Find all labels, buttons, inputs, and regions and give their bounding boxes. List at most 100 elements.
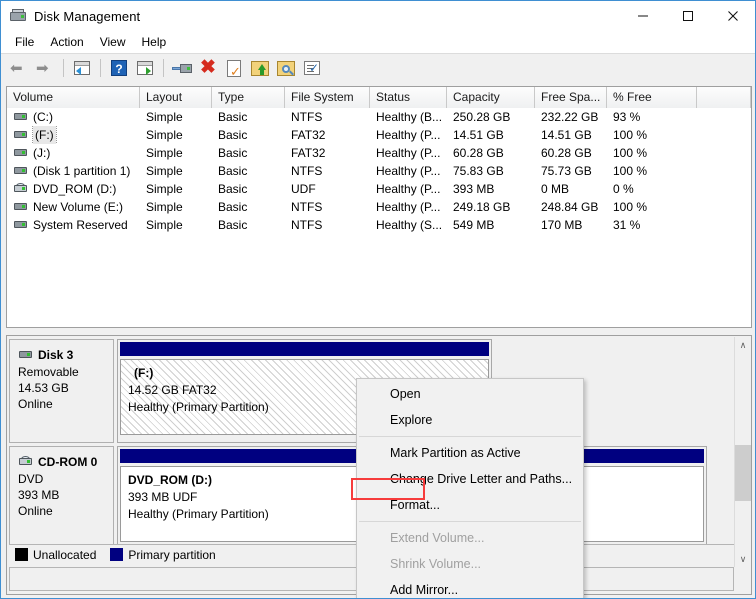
cell-layout: Simple: [140, 216, 212, 234]
volume-list-header: VolumeLayoutTypeFile SystemStatusCapacit…: [7, 87, 751, 108]
menu-item-add-mirror[interactable]: Add Mirror...: [357, 577, 583, 599]
cell-file-system: NTFS: [285, 108, 370, 126]
cell-status: Healthy (P...: [370, 144, 447, 162]
table-row[interactable]: (F:)SimpleBasicFAT32Healthy (P...14.51 G…: [7, 126, 751, 144]
title-bar: Disk Management: [1, 1, 755, 31]
cell-type: Basic: [212, 180, 285, 198]
scrollbar-track[interactable]: [735, 353, 751, 551]
cell-layout: Simple: [140, 108, 212, 126]
column-header-type[interactable]: Type: [212, 87, 285, 108]
cell-free-space: 232.22 GB: [535, 108, 607, 126]
cell-status: Healthy (P...: [370, 162, 447, 180]
disk-state: Online: [18, 503, 113, 519]
disk-management-icon: [10, 8, 26, 24]
cell-type: Basic: [212, 144, 285, 162]
forward-icon[interactable]: ➡: [33, 56, 57, 80]
hard-disk-icon: [13, 129, 29, 141]
legend-label-primary-partition: Primary partition: [128, 548, 215, 562]
window-controls: [620, 1, 755, 31]
cd-rom-icon: [18, 456, 34, 468]
table-row[interactable]: DVD_ROM (D:)SimpleBasicUDFHealthy (P...3…: [7, 180, 751, 198]
cell-capacity: 393 MB: [447, 180, 535, 198]
volume-name: New Volume (E:): [33, 198, 123, 216]
menu-action[interactable]: Action: [42, 32, 91, 52]
cell-status: Healthy (S...: [370, 216, 447, 234]
cell-percent-free: 93 %: [607, 108, 697, 126]
menu-item-format[interactable]: Format...: [357, 492, 583, 518]
folder-search-icon[interactable]: [274, 56, 298, 80]
help-icon[interactable]: ?: [107, 56, 131, 80]
cell-status: Healthy (P...: [370, 180, 447, 198]
partition-color-bar: [120, 342, 489, 356]
cell-free-space: 248.84 GB: [535, 198, 607, 216]
back-icon[interactable]: ⬅: [7, 56, 31, 80]
disk-info-disk-3[interactable]: Disk 3Removable14.53 GBOnline: [9, 339, 114, 443]
cell-volume: (J:): [7, 144, 140, 162]
maximize-button[interactable]: [665, 1, 710, 31]
column-header-status[interactable]: Status: [370, 87, 447, 108]
menu-item-explore[interactable]: Explore: [357, 407, 583, 433]
cell-percent-free: 100 %: [607, 144, 697, 162]
menu-item-mark-partition-as-active[interactable]: Mark Partition as Active: [357, 440, 583, 466]
menu-item-change-drive-letter-and-paths[interactable]: Change Drive Letter and Paths...: [357, 466, 583, 492]
cell-type: Basic: [212, 162, 285, 180]
menu-separator: [359, 521, 581, 522]
disk-name: CD-ROM 0: [38, 454, 97, 470]
table-row[interactable]: System ReservedSimpleBasicNTFSHealthy (S…: [7, 216, 751, 234]
cell-capacity: 75.83 GB: [447, 162, 535, 180]
column-header-free-spa[interactable]: Free Spa...: [535, 87, 607, 108]
table-row[interactable]: New Volume (E:)SimpleBasicNTFSHealthy (P…: [7, 198, 751, 216]
menu-separator: [359, 436, 581, 437]
cell-volume: System Reserved: [7, 216, 140, 234]
column-header-layout[interactable]: Layout: [140, 87, 212, 108]
menu-file[interactable]: File: [7, 32, 42, 52]
scrollbar-thumb[interactable]: [735, 445, 751, 501]
disk-pane-scrollbar[interactable]: ∧ ∨: [734, 337, 750, 567]
rescan-disks-icon[interactable]: [170, 56, 194, 80]
toolbar-separator: [163, 59, 164, 77]
column-header-volume[interactable]: Volume: [7, 87, 140, 108]
minimize-button[interactable]: [620, 1, 665, 31]
cell-layout: Simple: [140, 180, 212, 198]
cell-percent-free: 100 %: [607, 126, 697, 144]
menu-item-extend-volume: Extend Volume...: [357, 525, 583, 551]
scroll-up-button[interactable]: ∧: [735, 337, 751, 353]
toolbar: ⬅ ➡ ? ✖ ✓ ✓: [1, 53, 755, 81]
cell-file-system: FAT32: [285, 126, 370, 144]
table-row[interactable]: (J:)SimpleBasicFAT32Healthy (P...60.28 G…: [7, 144, 751, 162]
column-header-file-system[interactable]: File System: [285, 87, 370, 108]
volume-name: (C:): [33, 108, 53, 126]
menu-help[interactable]: Help: [134, 32, 175, 52]
properties-doc-icon[interactable]: ✓: [222, 56, 246, 80]
table-row[interactable]: (C:)SimpleBasicNTFSHealthy (B...250.28 G…: [7, 108, 751, 126]
column-header-free[interactable]: % Free: [607, 87, 697, 108]
volume-name: (Disk 1 partition 1): [33, 162, 130, 180]
show-hide-console-tree-icon[interactable]: [70, 56, 94, 80]
properties-list-icon[interactable]: ✓: [300, 56, 324, 80]
cell-free-space: 60.28 GB: [535, 144, 607, 162]
volume-name: (F:): [33, 126, 56, 144]
menu-view[interactable]: View: [92, 32, 134, 52]
disk-name: Disk 3: [38, 347, 73, 363]
volume-list-rows: (C:)SimpleBasicNTFSHealthy (B...250.28 G…: [7, 108, 751, 234]
partition-context-menu: OpenExplore Mark Partition as ActiveChang…: [356, 378, 584, 599]
hard-disk-icon: [13, 201, 29, 213]
close-button[interactable]: [710, 1, 755, 31]
menu-item-open[interactable]: Open: [357, 381, 583, 407]
disk-info-cd-rom-0[interactable]: CD-ROM 0DVD393 MBOnline: [9, 446, 114, 550]
folder-up-icon[interactable]: [248, 56, 272, 80]
disk-size: 14.53 GB: [18, 380, 113, 396]
delete-icon[interactable]: ✖: [196, 56, 220, 80]
cell-percent-free: 0 %: [607, 180, 697, 198]
show-hide-action-pane-icon[interactable]: [133, 56, 157, 80]
disk-name-row: Disk 3: [18, 347, 113, 363]
scroll-down-button[interactable]: ∨: [735, 551, 751, 567]
cell-status: Healthy (P...: [370, 198, 447, 216]
column-header-capacity[interactable]: Capacity: [447, 87, 535, 108]
volume-name: DVD_ROM (D:): [33, 180, 116, 198]
table-row[interactable]: (Disk 1 partition 1)SimpleBasicNTFSHealt…: [7, 162, 751, 180]
hard-disk-icon: [13, 219, 29, 231]
disk-name-row: CD-ROM 0: [18, 454, 113, 470]
cell-capacity: 250.28 GB: [447, 108, 535, 126]
column-header-spacer[interactable]: [697, 87, 751, 108]
